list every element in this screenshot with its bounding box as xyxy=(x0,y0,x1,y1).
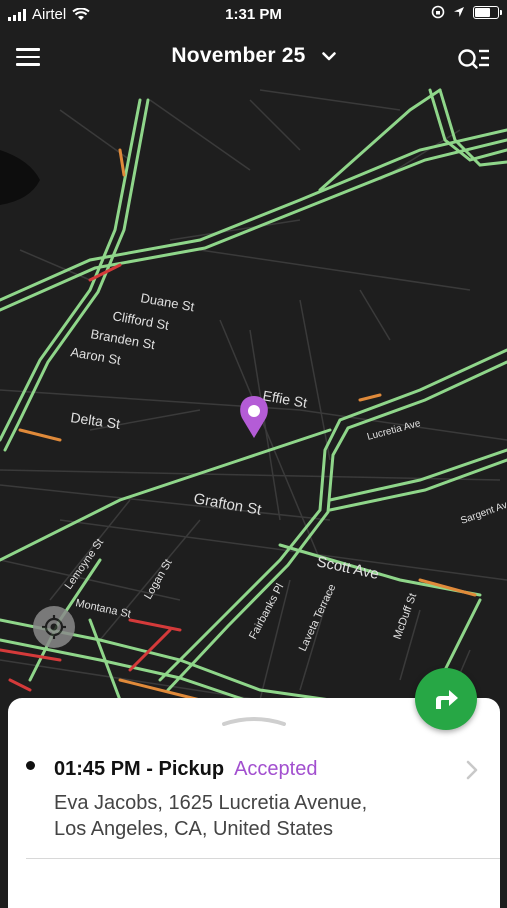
status-bar: Airtel 1:31 PM xyxy=(0,0,507,28)
header: November 25 xyxy=(0,38,507,82)
chevron-right-icon xyxy=(466,760,478,780)
stop-separator: - xyxy=(140,758,159,780)
orientation-lock-icon xyxy=(431,5,445,19)
turn-right-arrow-icon xyxy=(436,690,458,709)
address-line-1: Eva Jacobs, 1625 Lucretia Avenue, xyxy=(54,792,368,814)
stop-time: 01:45 PM xyxy=(54,758,141,780)
crosshair-icon xyxy=(42,615,66,639)
locate-me-button[interactable] xyxy=(33,606,75,648)
search-list-button[interactable] xyxy=(457,46,491,72)
stop-type: Pickup xyxy=(158,758,225,780)
directions-button[interactable] xyxy=(415,668,477,730)
date-label: November 25 xyxy=(171,44,306,67)
search-list-icon xyxy=(458,49,489,69)
stop-list-item[interactable]: 01:45 PM - Pickup Accepted Eva Jacobs, 16… xyxy=(8,748,500,858)
stop-address: Eva Jacobs, 1625 Lucretia Avenue, Los An… xyxy=(54,790,434,842)
divider xyxy=(26,858,500,859)
drag-handle[interactable] xyxy=(222,716,286,726)
stop-details-sheet: 01:45 PM - Pickup Accepted Eva Jacobs, 16… xyxy=(8,698,500,908)
address-line-2: Los Angeles, CA, United States xyxy=(54,818,334,840)
date-selector[interactable]: November 25 xyxy=(0,44,507,68)
status-badge: Accepted xyxy=(234,758,318,780)
location-arrow-icon xyxy=(454,7,464,17)
chevron-down-icon xyxy=(321,52,336,61)
stop-title: 01:45 PM - Pickup Accepted xyxy=(54,758,317,781)
stop-bullet xyxy=(26,761,35,770)
battery-icon xyxy=(473,5,502,19)
status-right xyxy=(431,5,502,19)
